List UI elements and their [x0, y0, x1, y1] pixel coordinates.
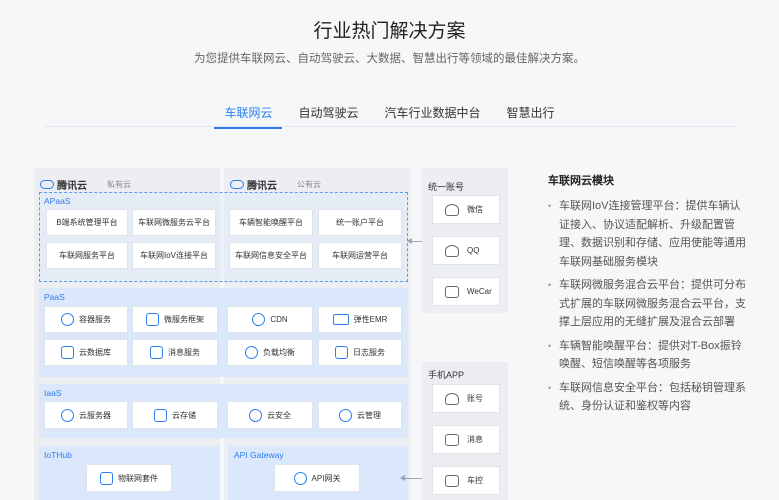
box-label: 云安全 — [267, 410, 291, 420]
side-label: 消息 — [467, 435, 483, 444]
security-icon — [249, 408, 262, 422]
paas-container[interactable]: 容器服务 — [44, 306, 128, 333]
side-label: 账号 — [467, 394, 483, 403]
cloud-kind: 私有云 — [107, 180, 131, 189]
page-subtitle: 为您提供车联网云、自动驾驶云、大数据、智慧出行等领域的最佳解决方案。 — [194, 53, 585, 65]
container-icon — [61, 313, 74, 326]
paas-load-balance[interactable]: 负载均衡 — [227, 339, 313, 366]
iaas-label: IaaS — [44, 388, 62, 398]
side-label: QQ — [467, 246, 480, 255]
box-label: 微服务框架 — [164, 315, 204, 324]
iaas-server[interactable]: 云服务器 — [44, 401, 128, 429]
module-item-security: 车联网信息安全平台：包括秘钥管理系统、身份认证和鉴权等内容 — [548, 379, 748, 416]
apaas-iov-security[interactable]: 车联网信息安全平台 — [229, 242, 313, 269]
architecture-diagram: 腾讯云 私有云 腾讯云 公有云 APaaS B端系统管理平台 车联网微服务云平台… — [34, 168, 414, 500]
side-label: WeCar — [467, 287, 492, 296]
cloud-logo-icon — [40, 180, 54, 189]
login-qq[interactable]: QQ — [432, 236, 500, 265]
module-item-microservice: 车联网微服务混合云平台：提供可分布式扩展的车联网微服务混合云平台，支撑上层应用的… — [548, 276, 748, 332]
emr-icon — [332, 314, 349, 325]
unified-account-title: 统一账号 — [428, 182, 465, 192]
apaas-iov-connect[interactable]: 车联网IoV连接平台 — [132, 242, 216, 269]
framework-icon — [146, 313, 159, 326]
paas-label: PaaS — [44, 292, 65, 302]
apaas-unified-account[interactable]: 统一账户平台 — [318, 209, 402, 236]
box-label: 负载均衡 — [263, 348, 295, 357]
apaas-b-system-mgmt[interactable]: B端系统管理平台 — [46, 209, 128, 236]
module-list: 车联网IoV连接管理平台：提供车辆认证接入、协议适配解析、升级配置管理、数据识别… — [548, 197, 748, 416]
cloud-kind: 公有云 — [297, 180, 321, 189]
app-car-control[interactable]: 车控 — [432, 466, 500, 495]
brand-name: 腾讯云 — [247, 181, 277, 192]
box-label: 容器服务 — [79, 315, 111, 324]
box-label: CDN — [270, 315, 288, 324]
paas-emr[interactable]: 弹性EMR — [318, 306, 402, 333]
iothub-label: IoTHub — [44, 450, 72, 460]
module-description: 车联网云模块 车联网IoV连接管理平台：提供车辆认证接入、协议适配解析、升级配置… — [548, 172, 748, 421]
box-label: 云服务器 — [79, 410, 111, 420]
iot-suite[interactable]: 物联网套件 — [86, 464, 172, 492]
box-label: 消息服务 — [168, 348, 200, 357]
apaas-microservice-cloud[interactable]: 车联网微服务云平台 — [132, 209, 216, 236]
api-gateway-box[interactable]: API网关 — [274, 464, 360, 492]
tablet-icon — [445, 285, 459, 298]
load-balance-icon — [245, 346, 258, 359]
person-icon — [445, 392, 459, 405]
apaas-iov-service[interactable]: 车联网服务平台 — [46, 242, 128, 269]
person-icon — [445, 203, 459, 216]
module-item-wakeup: 车辆智能唤醒平台：提供对T-Box振铃唤醒、短信唤醒等各项服务 — [548, 337, 748, 374]
box-label: 云存储 — [172, 410, 196, 420]
message-icon — [150, 346, 163, 359]
person-icon — [445, 244, 459, 257]
public-cloud-header: 腾讯云 公有云 — [230, 177, 321, 192]
cdn-icon — [252, 313, 266, 326]
login-wecar[interactable]: WeCar — [432, 277, 500, 306]
log-icon — [335, 346, 348, 359]
apaas-vehicle-wakeup[interactable]: 车辆智能唤醒平台 — [229, 209, 313, 236]
api-gateway-icon — [293, 471, 307, 485]
module-item-iov-connect: 车联网IoV连接管理平台：提供车辆认证接入、协议适配解析、升级配置管理、数据识别… — [548, 197, 748, 271]
module-title: 车联网云模块 — [548, 175, 614, 187]
apaas-iov-operation[interactable]: 车联网运营平台 — [318, 242, 402, 269]
storage-icon — [154, 408, 167, 422]
box-label: 日志服务 — [353, 348, 385, 357]
server-icon — [61, 408, 74, 422]
private-cloud-header: 腾讯云 私有云 — [40, 177, 131, 192]
database-icon — [61, 346, 74, 359]
iaas-storage[interactable]: 云存储 — [132, 401, 218, 429]
mobile-app-title: 手机APP — [428, 370, 465, 380]
paas-message[interactable]: 消息服务 — [132, 339, 218, 366]
paas-log[interactable]: 日志服务 — [318, 339, 402, 366]
page-title: 行业热门解决方案 — [313, 21, 466, 42]
apaas-label: APaaS — [44, 196, 71, 206]
side-label: 微信 — [467, 205, 483, 214]
car-icon — [445, 474, 459, 487]
iaas-security[interactable]: 云安全 — [227, 401, 313, 429]
side-label: 车控 — [467, 476, 483, 485]
api-gateway-label: API Gateway — [234, 450, 284, 460]
app-message[interactable]: 消息 — [432, 425, 500, 454]
cloud-logo-icon — [230, 180, 244, 189]
brand-name: 腾讯云 — [57, 181, 87, 192]
box-label: 物联网套件 — [118, 473, 158, 483]
cloud-manage-icon — [339, 408, 352, 422]
iot-suite-icon — [100, 471, 113, 485]
phone-icon — [445, 433, 459, 446]
login-wechat[interactable]: 微信 — [432, 195, 500, 224]
paas-database[interactable]: 云数据库 — [44, 339, 128, 366]
tabs-divider — [45, 126, 735, 127]
iaas-management[interactable]: 云管理 — [318, 401, 402, 429]
paas-cdn[interactable]: CDN — [227, 306, 313, 333]
paas-microservice-framework[interactable]: 微服务框架 — [132, 306, 218, 333]
arrow-left-icon — [400, 475, 422, 481]
box-label: 弹性EMR — [353, 315, 388, 324]
box-label: API网关 — [311, 473, 341, 483]
box-label: 云管理 — [357, 410, 381, 420]
app-account[interactable]: 账号 — [432, 384, 500, 413]
box-label: 云数据库 — [79, 348, 111, 357]
arrow-left-icon — [407, 238, 422, 244]
